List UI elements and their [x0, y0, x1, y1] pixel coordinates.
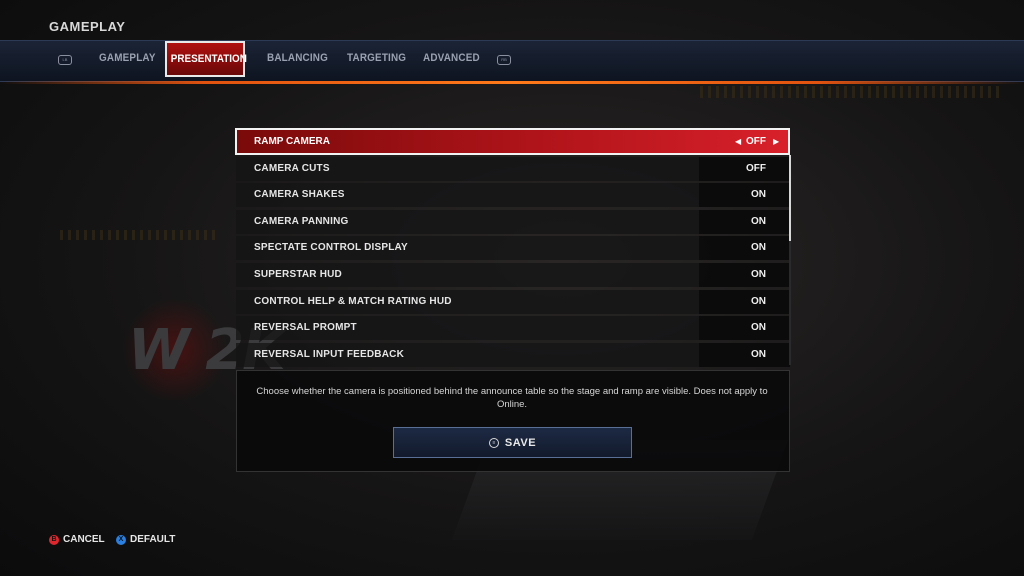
setting-label: CONTROL HELP & MATCH RATING HUD	[254, 296, 452, 307]
tab-advanced[interactable]: ADVANCED	[423, 52, 480, 64]
background-truss	[60, 230, 220, 240]
setting-label: SUPERSTAR HUD	[254, 269, 342, 280]
left-bumper-icon[interactable]: LB	[58, 55, 72, 65]
tab-targeting[interactable]: TARGETING	[347, 52, 406, 64]
tab-presentation-label: PRESENTATION	[170, 53, 247, 65]
setting-label: RAMP CAMERA	[254, 136, 330, 147]
setting-label: CAMERA CUTS	[254, 163, 330, 174]
setting-value: ON	[751, 216, 766, 227]
tab-presentation[interactable]: PRESENTATION	[165, 41, 247, 77]
cancel-button[interactable]: B CANCEL	[49, 534, 105, 545]
setting-label: CAMERA SHAKES	[254, 189, 345, 200]
arrow-right-icon[interactable]: ▶	[773, 137, 779, 146]
setting-value-bg	[699, 343, 790, 367]
x-button-icon: X	[116, 534, 126, 545]
scrollbar-thumb[interactable]	[789, 155, 791, 241]
setting-value-bg	[699, 316, 790, 340]
background-truss	[700, 86, 1000, 98]
setting-value: ON	[751, 269, 766, 280]
setting-value-bg	[699, 157, 790, 181]
save-label: SAVE	[504, 436, 537, 449]
tab-balancing[interactable]: BALANCING	[267, 52, 328, 64]
setting-value-bg	[699, 236, 790, 260]
setting-label: SPECTATE CONTROL DISPLAY	[254, 242, 408, 253]
b-button-icon: B	[49, 534, 59, 545]
setting-value: ON	[751, 242, 766, 253]
setting-value: ON	[751, 349, 766, 360]
setting-value: OFF	[746, 163, 766, 174]
setting-value: ON	[751, 322, 766, 333]
setting-label: CAMERA PANNING	[254, 216, 349, 227]
cancel-label: CANCEL	[63, 534, 105, 545]
setting-value: ON	[751, 189, 766, 200]
setting-label: REVERSAL PROMPT	[254, 322, 357, 333]
setting-value-bg	[699, 210, 790, 234]
setting-label: REVERSAL INPUT FEEDBACK	[254, 349, 404, 360]
setting-value: OFF	[746, 136, 766, 147]
default-button[interactable]: X DEFAULT	[116, 534, 175, 545]
setting-value: ON	[751, 296, 766, 307]
menu-button-icon: ≡	[488, 437, 499, 448]
setting-value-bg	[699, 263, 790, 287]
setting-value-bg	[699, 290, 790, 314]
default-label: DEFAULT	[130, 534, 176, 545]
save-button[interactable]: ≡ SAVE	[393, 427, 632, 458]
setting-value-bg	[699, 183, 790, 207]
setting-description: Choose whether the camera is positioned …	[256, 386, 768, 410]
page-title: GAMEPLAY	[49, 19, 126, 34]
tab-bar-glow	[0, 81, 1024, 84]
tab-gameplay[interactable]: GAMEPLAY	[99, 52, 156, 64]
right-bumper-icon[interactable]: RB	[497, 55, 511, 65]
arrow-left-icon[interactable]: ◀	[735, 137, 741, 146]
